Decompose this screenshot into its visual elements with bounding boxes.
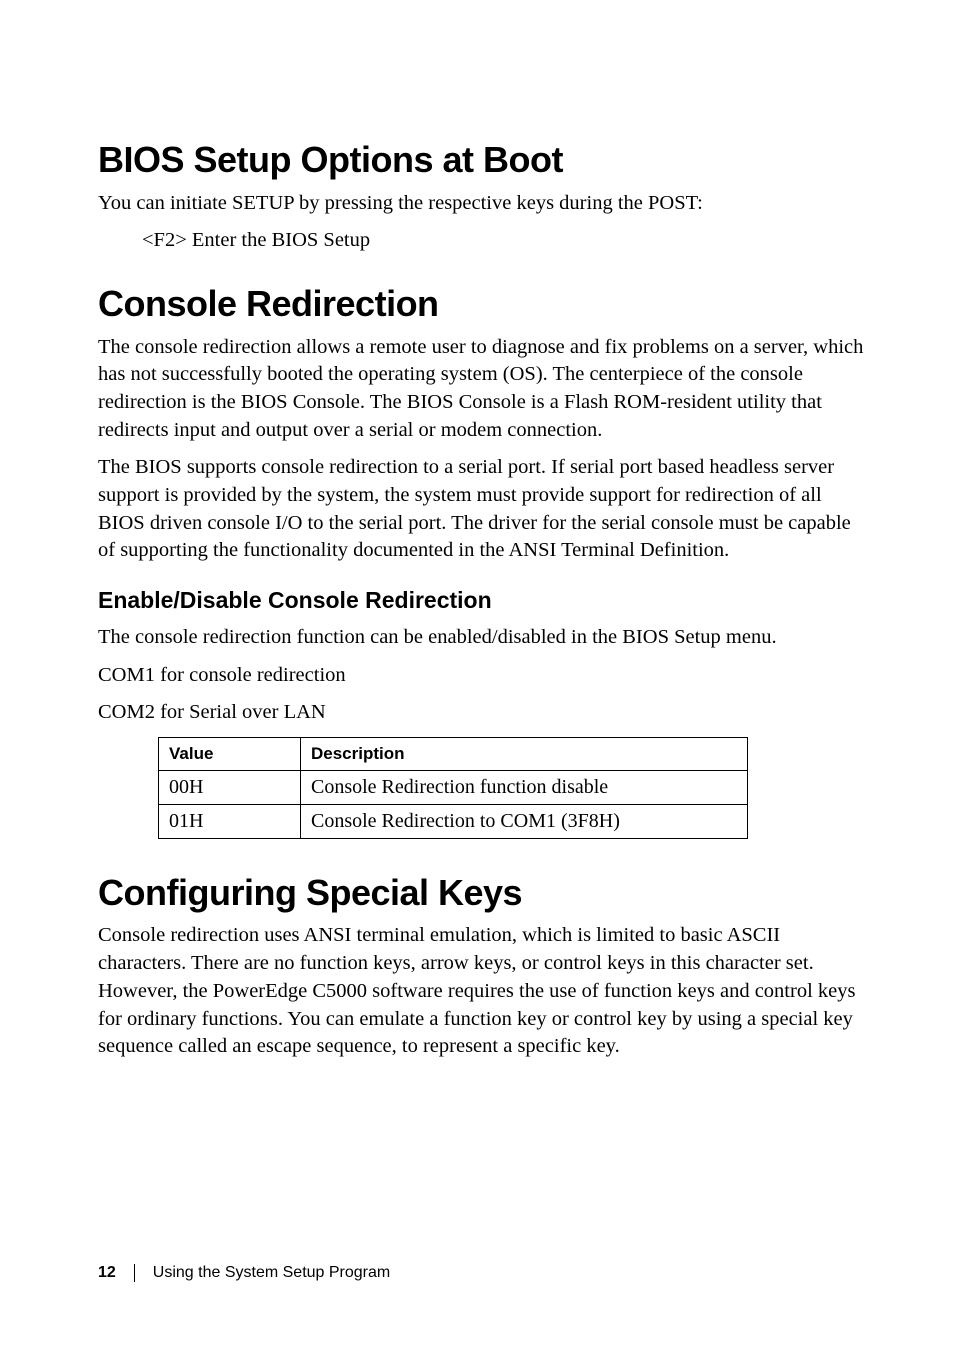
paragraph-com1: COM1 for console redirection [98, 662, 866, 690]
heading-bios-setup-options: BIOS Setup Options at Boot [98, 140, 866, 180]
console-redirection-table: Value Description 00H Console Redirectio… [158, 737, 748, 839]
table-header-value: Value [159, 737, 301, 770]
page-number: 12 [98, 1264, 116, 1282]
subheading-enable-disable: Enable/Disable Console Redirection [98, 587, 866, 614]
page-footer: 12 Using the System Setup Program [98, 1264, 390, 1282]
table-cell-value: 01H [159, 804, 301, 838]
paragraph-setup-initiate: You can initiate SETUP by pressing the r… [98, 190, 866, 218]
paragraph-f2-instruction: <F2> Enter the BIOS Setup [142, 227, 866, 254]
paragraph-console-redirection-intro: The console redirection allows a remote … [98, 334, 866, 445]
paragraph-special-keys-desc: Console redirection uses ANSI terminal e… [98, 922, 866, 1060]
heading-configuring-special-keys: Configuring Special Keys [98, 873, 866, 913]
paragraph-enable-disable-desc: The console redirection function can be … [98, 624, 866, 652]
table-cell-description: Console Redirection to COM1 (3F8H) [301, 804, 748, 838]
paragraph-bios-serial-support: The BIOS supports console redirection to… [98, 454, 866, 565]
footer-divider-icon [134, 1264, 135, 1282]
table-cell-value: 00H [159, 770, 301, 804]
footer-section-title: Using the System Setup Program [153, 1264, 390, 1282]
table-header-description: Description [301, 737, 748, 770]
table-header-row: Value Description [159, 737, 748, 770]
paragraph-com2: COM2 for Serial over LAN [98, 699, 866, 727]
heading-console-redirection: Console Redirection [98, 284, 866, 324]
table-row: 00H Console Redirection function disable [159, 770, 748, 804]
table-cell-description: Console Redirection function disable [301, 770, 748, 804]
table-row: 01H Console Redirection to COM1 (3F8H) [159, 804, 748, 838]
